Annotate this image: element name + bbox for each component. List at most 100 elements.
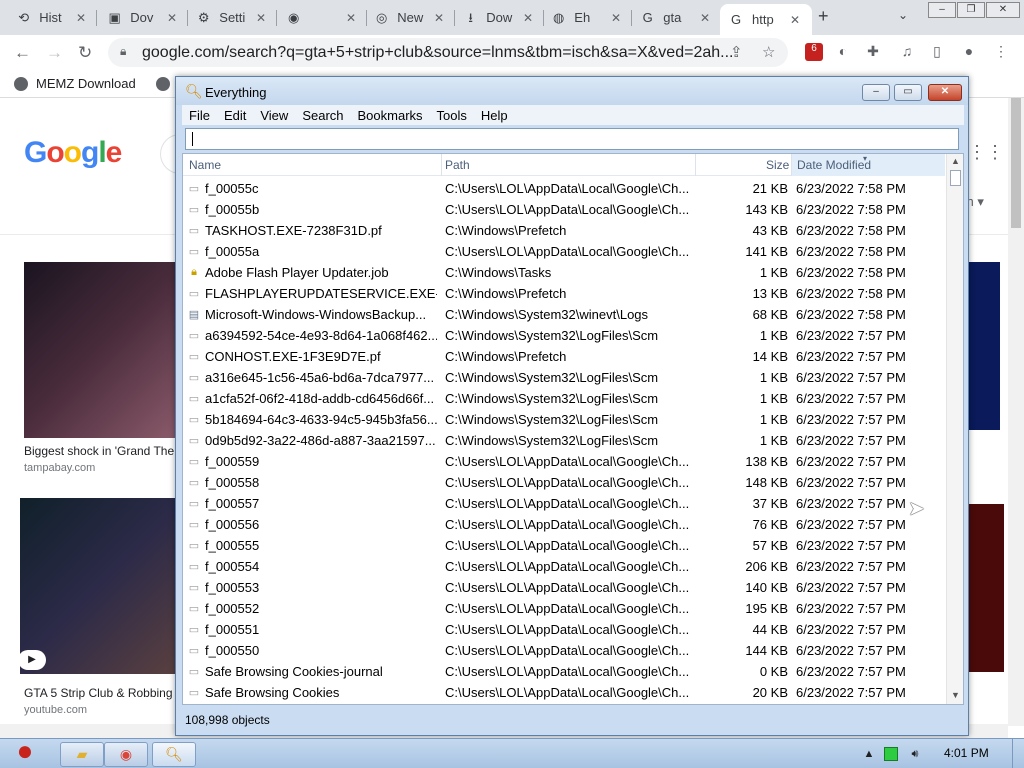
menu-item-help[interactable]: Help (474, 108, 515, 123)
scrollbar-thumb[interactable] (950, 170, 961, 186)
table-row[interactable]: ▭ f_000552 C:\Users\LOL\AppData\Local\Goog… (183, 598, 945, 619)
reload-icon[interactable]: ↻ (78, 43, 92, 63)
tab-5[interactable]: ⭳ Dow ✕ (455, 4, 541, 31)
side-panel-icon[interactable]: ▯ (928, 43, 946, 61)
column-divider[interactable] (441, 154, 442, 176)
url-text[interactable]: google.com/search?q=gta+5+strip+club&sou… (142, 44, 732, 62)
table-row[interactable]: ▭ CONHOST.EXE-1F3E9D7E.pf C:\Windows\Prefe… (183, 346, 945, 367)
tab-0[interactable]: ⟲ Hist ✕ (8, 4, 94, 31)
table-row[interactable]: ▭ f_000557 C:\Users\LOL\AppData\Local\Goog… (183, 493, 945, 514)
menu-kebab-icon[interactable]: ⋮ (992, 43, 1010, 61)
tab-close-icon[interactable]: ✕ (346, 11, 356, 25)
tab-1[interactable]: ▣ Dov ✕ (99, 4, 185, 31)
tab-close-icon[interactable]: ✕ (76, 11, 86, 25)
network-icon[interactable] (884, 747, 898, 761)
table-row[interactable]: ▭ f_000550 C:\Users\LOL\AppData\Local\Goog… (183, 640, 945, 661)
lock-icon[interactable]: 🔒︎ (120, 44, 126, 59)
tab-8[interactable]: Ghttp ✕ (720, 4, 812, 35)
table-row[interactable]: ▭ f_000554 C:\Users\LOL\AppData\Local\Goog… (183, 556, 945, 577)
table-row[interactable]: ▭ f_000551 C:\Users\LOL\AppData\Local\Goog… (183, 619, 945, 640)
tab-close-icon[interactable]: ✕ (434, 11, 444, 25)
column-path[interactable]: Path (445, 158, 470, 172)
table-row[interactable]: ▭ f_000555 C:\Users\LOL\AppData\Local\Goog… (183, 535, 945, 556)
table-row[interactable]: ▭ 0d9b5d92-3a22-486d-a887-3aa21597... C:\W… (183, 430, 945, 451)
tab-close-icon[interactable]: ✕ (256, 11, 266, 25)
flag-extension-icon[interactable]: ◐ (834, 43, 852, 61)
profile-avatar-icon[interactable]: ● (960, 43, 978, 61)
tab-close-icon[interactable]: ✕ (611, 11, 621, 25)
bookmark-star-icon[interactable]: ☆ (762, 43, 775, 61)
table-row[interactable]: ▤ Microsoft-Windows-WindowsBackup... C:\Wi… (183, 304, 945, 325)
window-titlebar[interactable]: 🔍︎ Everything – ▭ ✕ (176, 77, 968, 105)
column-divider[interactable] (791, 154, 792, 176)
minimize-button[interactable]: – (928, 2, 956, 18)
image-thumbnail[interactable] (966, 504, 1004, 672)
tab-close-icon[interactable]: ✕ (700, 11, 710, 25)
image-thumbnail[interactable] (24, 262, 176, 438)
menu-item-search[interactable]: Search (295, 108, 350, 123)
search-input[interactable] (185, 128, 959, 150)
tab-7[interactable]: Ggta ✕ (632, 4, 718, 31)
forward-arrow-icon[interactable]: → (46, 43, 63, 63)
menu-item-file[interactable]: File (182, 108, 217, 123)
table-row[interactable]: ▭ Safe Browsing Cookies C:\Users\LOL\AppDa… (183, 682, 945, 703)
minimize-button[interactable]: – (862, 84, 890, 101)
column-divider[interactable] (695, 154, 696, 176)
clock[interactable]: 4:01 PM (944, 746, 989, 760)
media-controls-icon[interactable]: ♫ (898, 43, 916, 61)
close-window-button[interactable]: ✕ (986, 2, 1020, 18)
table-row[interactable]: ▭ a1cfa52f-06f2-418d-addb-cd6456d66f... C:… (183, 388, 945, 409)
menu-item-view[interactable]: View (253, 108, 295, 123)
tab-3[interactable]: ◉ ✕ (278, 4, 364, 31)
table-row[interactable]: ▭ f_000558 C:\Users\LOL\AppData\Local\Goog… (183, 472, 945, 493)
puzzle-extensions-icon[interactable]: ✚ (864, 43, 882, 61)
tab-close-icon[interactable]: ✕ (167, 11, 177, 25)
maximize-button[interactable]: ▭ (894, 84, 922, 101)
table-row[interactable]: 🔒︎ Adobe Flash Player Updater.job C:\Windo… (183, 262, 945, 283)
table-row[interactable]: ▭ a6394592-54ce-4e93-8d64-1a068f462... C:\… (183, 325, 945, 346)
ublock-extension-icon[interactable]: 6 (805, 43, 823, 61)
google-logo[interactable]: Google (24, 136, 122, 170)
table-row[interactable]: ▭ f_00055b C:\Users\LOL\AppData\Local\Goog… (183, 199, 945, 220)
tab-search-chevron-icon[interactable]: ⌄ (898, 8, 908, 22)
column-name[interactable]: Name (189, 158, 221, 172)
table-row[interactable]: ▭ f_000556 C:\Users\LOL\AppData\Local\Goog… (183, 514, 945, 535)
menu-item-tools[interactable]: Tools (430, 108, 474, 123)
column-date-modified[interactable]: Date Modified (797, 158, 871, 172)
start-button-angry-bird-icon[interactable]: ● (2, 733, 48, 768)
close-button[interactable]: ✕ (928, 84, 962, 101)
table-row[interactable]: ▭ Safe Browsing Cookies-journal C:\Users\L… (183, 661, 945, 682)
scroll-down-arrow-icon[interactable]: ▼ (951, 690, 960, 700)
tab-close-icon[interactable]: ✕ (523, 11, 533, 25)
new-tab-button[interactable]: + (818, 6, 829, 27)
table-row[interactable]: ▭ 5b184694-64c3-4633-94c5-945b3fa56... C:\… (183, 409, 945, 430)
image-thumbnail[interactable] (966, 262, 1000, 430)
table-row[interactable]: ▭ a316e645-1c56-45a6-bd6a-7dca7977... C:\W… (183, 367, 945, 388)
result-caption[interactable]: Biggest shock in 'Grand The (24, 444, 174, 458)
image-thumbnail[interactable] (20, 498, 176, 674)
result-caption[interactable]: GTA 5 Strip Club & Robbing (24, 686, 173, 700)
share-icon[interactable]: ⇪ (730, 43, 743, 61)
volume-icon[interactable]: 🔊︎ (908, 747, 922, 761)
everything-taskbar-button[interactable]: 🔍︎ (152, 742, 196, 767)
tab-6[interactable]: ◍ Eh ✕ (543, 4, 629, 31)
scroll-up-arrow-icon[interactable]: ▲ (951, 156, 960, 166)
scrollbar-thumb[interactable] (1011, 98, 1021, 228)
table-row[interactable]: ▭ f_000559 C:\Users\LOL\AppData\Local\Goog… (183, 451, 945, 472)
page-scrollbar[interactable] (1008, 98, 1024, 726)
table-row[interactable]: ▭ FLASHPLAYERUPDATESERVICE.EXE-EC... C:\Wi… (183, 283, 945, 304)
globe-icon[interactable] (156, 77, 170, 91)
vertical-scrollbar[interactable]: ▲ ▼ (946, 154, 963, 704)
play-icon[interactable]: ▶ (18, 650, 46, 670)
table-row[interactable]: ▭ f_00055c C:\Users\LOL\AppData\Local\Goog… (183, 178, 945, 199)
table-row[interactable]: ▭ f_000553 C:\Users\LOL\AppData\Local\Goog… (183, 577, 945, 598)
tray-expand-icon[interactable]: ▲ (862, 747, 876, 761)
show-desktop-button[interactable] (1012, 739, 1024, 768)
apps-grid-icon[interactable]: ⋮⋮ (968, 142, 1004, 163)
tab-4[interactable]: ◎ New ✕ (366, 4, 452, 31)
address-bar[interactable]: 🔒︎ google.com/search?q=gta+5+strip+club&… (108, 38, 788, 67)
back-arrow-icon[interactable]: ← (14, 43, 31, 63)
column-size[interactable]: Size (766, 158, 789, 172)
restore-button[interactable]: ❐ (957, 2, 985, 18)
bookmark-memz[interactable]: MEMZ Download (14, 76, 136, 91)
